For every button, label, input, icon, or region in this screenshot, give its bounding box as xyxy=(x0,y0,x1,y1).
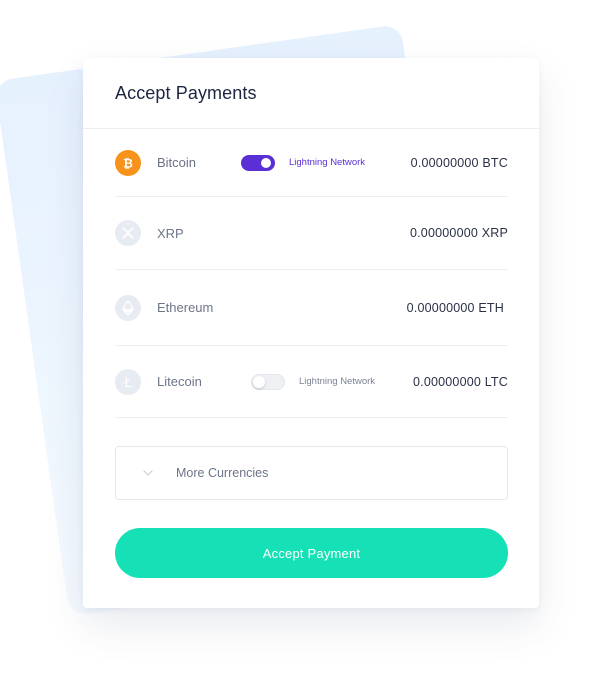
lightning-network-toggle[interactable] xyxy=(251,373,285,390)
lightning-network-toggle-group: Lightning Network xyxy=(241,154,366,171)
currency-name: Ethereum xyxy=(157,300,214,315)
accept-payment-label: Accept Payment xyxy=(262,545,361,561)
card-title: Accept Payments xyxy=(115,82,257,103)
more-currencies-label: More Currencies xyxy=(176,466,269,480)
toggle-knob xyxy=(253,375,265,388)
ethereum-icon xyxy=(115,294,141,321)
currency-row-ethereum: Ethereum 0.00000000 ETH xyxy=(115,270,508,346)
currency-name: Litecoin xyxy=(157,374,202,389)
payment-card: Accept Payments ₿ Bitcoin Lightning Netw… xyxy=(83,58,539,608)
xrp-icon xyxy=(115,220,141,246)
currency-list: ₿ Bitcoin Lightning Network 0.00000000 B… xyxy=(83,129,539,418)
lightning-network-toggle-group: Lightning Network xyxy=(251,373,376,390)
currency-name: XRP xyxy=(157,225,184,241)
toggle-knob xyxy=(261,157,271,168)
lightning-network-label: Lightning Network xyxy=(289,157,366,168)
currency-amount: 0.00000000 BTC xyxy=(410,155,508,170)
chevron-down-icon xyxy=(142,467,154,479)
currency-row-bitcoin: ₿ Bitcoin Lightning Network 0.00000000 B… xyxy=(115,129,508,197)
page: Accept Payments ₿ Bitcoin Lightning Netw… xyxy=(0,0,601,674)
litecoin-icon: Ł xyxy=(115,368,141,395)
lightning-network-label: Lightning Network xyxy=(299,376,376,387)
accept-payment-button[interactable]: Accept Payment xyxy=(115,528,508,578)
more-currencies-dropdown[interactable]: More Currencies xyxy=(115,446,508,500)
currency-amount: 0.00000000 XRP xyxy=(409,226,508,240)
card-header: Accept Payments xyxy=(83,58,539,129)
lightning-network-toggle[interactable] xyxy=(241,154,275,171)
svg-text:₿: ₿ xyxy=(123,156,133,170)
currency-name: Bitcoin xyxy=(157,155,197,170)
bitcoin-icon: ₿ xyxy=(115,149,141,176)
currency-row-xrp: XRP 0.00000000 XRP xyxy=(115,197,508,270)
currency-row-litecoin: Ł Litecoin Lightning Network 0.00000000 … xyxy=(115,346,508,418)
currency-amount: 0.00000000 LTC xyxy=(413,374,508,389)
currency-amount: 0.00000000 ETH xyxy=(406,300,504,315)
svg-text:Ł: Ł xyxy=(123,376,132,389)
